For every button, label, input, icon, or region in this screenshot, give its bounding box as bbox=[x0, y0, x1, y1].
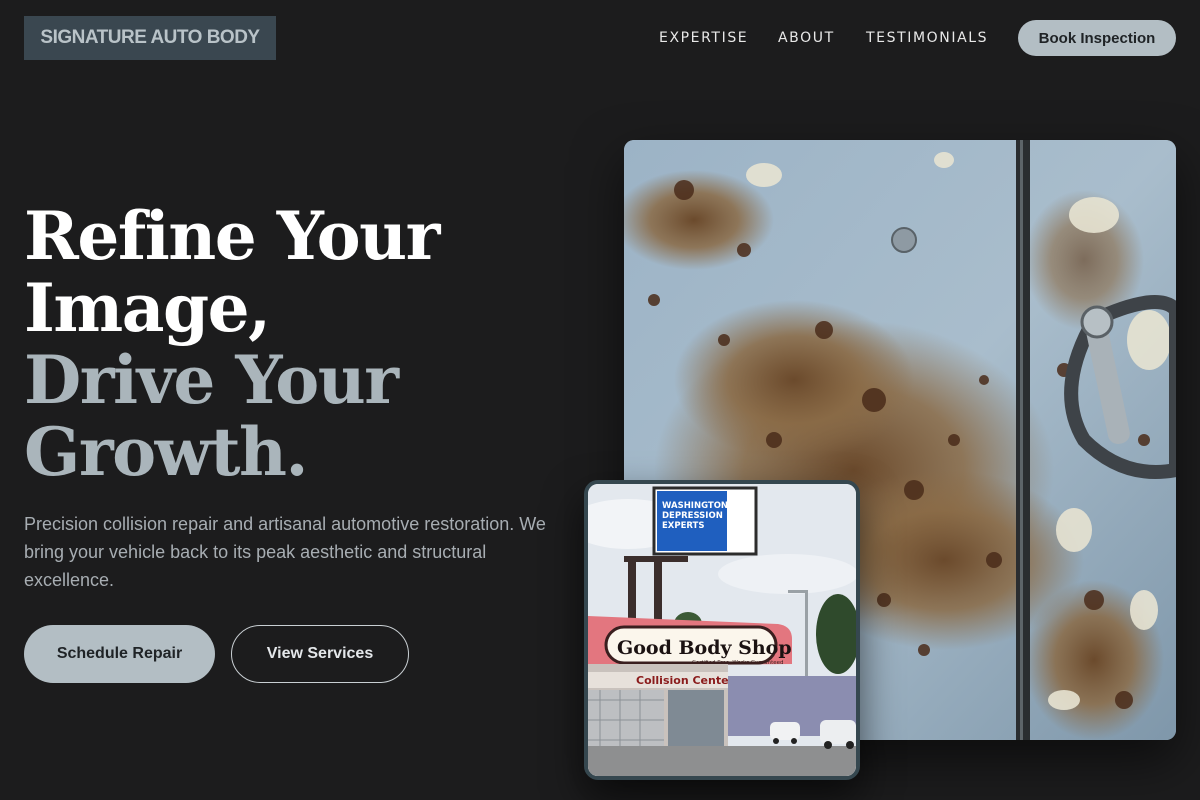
nav-testimonials[interactable]: TESTIMONIALS bbox=[866, 29, 988, 47]
shop-photo-card: WASHINGTON'S DEPRESSION EXPERTS Good Bod… bbox=[584, 480, 860, 780]
nav-about[interactable]: ABOUT bbox=[778, 29, 835, 47]
headline-line-1: Refine Your bbox=[24, 197, 440, 275]
billboard-text-2: DEPRESSION bbox=[662, 511, 723, 521]
logo[interactable]: SIGNATURE AUTO BODY bbox=[24, 16, 276, 60]
view-services-button[interactable]: View Services bbox=[231, 625, 409, 683]
nav-expertise[interactable]: EXPERTISE bbox=[659, 29, 748, 47]
schedule-repair-button[interactable]: Schedule Repair bbox=[24, 625, 215, 683]
billboard-text-3: EXPERTS bbox=[662, 521, 704, 531]
shop-sign-text: Good Body Shop bbox=[617, 637, 792, 659]
headline-accent-line-2: Growth. bbox=[24, 413, 308, 491]
headline-line-2: Image, bbox=[24, 269, 271, 347]
billboard-text-1: WASHINGTON'S bbox=[662, 501, 737, 511]
storefront-text: Collision Center bbox=[636, 674, 735, 687]
headline-accent-line-1: Drive Your bbox=[24, 341, 399, 419]
book-inspection-button[interactable]: Book Inspection bbox=[1018, 20, 1176, 56]
hero-description: Precision collision repair and artisanal… bbox=[24, 514, 546, 590]
hero-headline: Refine Your Image, Drive Your Growth. bbox=[24, 200, 584, 488]
